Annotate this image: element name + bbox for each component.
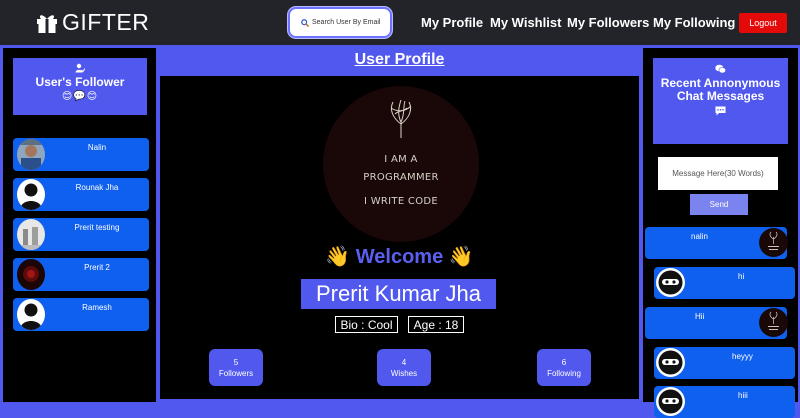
- bio-tag: Bio : Cool: [335, 316, 398, 333]
- page-title: User Profile: [354, 51, 445, 68]
- age-tag: Age : 18: [408, 316, 464, 333]
- chat-text: Hii: [695, 312, 705, 321]
- follower-avatar: [17, 219, 45, 250]
- profile-image-line3: I WRITE CODE: [364, 196, 438, 207]
- follower-item[interactable]: Rounak Jha: [13, 178, 149, 211]
- chat-message: hi: [654, 267, 795, 299]
- nav-my-profile[interactable]: My Profile: [421, 15, 483, 30]
- search-input[interactable]: Search User By Email: [288, 7, 392, 38]
- send-button[interactable]: Send: [690, 194, 748, 215]
- chat-text: hiii: [738, 391, 748, 400]
- chat-header: Recent Annonymous Chat Messages: [653, 58, 788, 144]
- chat-text: hi: [738, 272, 745, 281]
- follower-name: Nalin: [87, 143, 107, 152]
- profile-panel: User Profile I AM A PROGRAMMER I WRITE C…: [159, 48, 640, 402]
- tree-sketch-icon: [390, 100, 412, 138]
- stat-label: Followers: [218, 369, 254, 378]
- wechat-icon: [715, 64, 726, 74]
- follower-item[interactable]: Prerit testing: [13, 218, 149, 251]
- profile-image-line1: I AM A: [384, 154, 418, 165]
- wishes-count-button[interactable]: 4 Wishes: [377, 349, 431, 386]
- follower-item[interactable]: Nalin: [13, 138, 149, 171]
- stat-count: 4: [401, 358, 407, 367]
- chat-avatar: [759, 308, 788, 337]
- profile-card: I AM A PROGRAMMER I WRITE CODE 👋 Welcome…: [160, 76, 639, 399]
- follower-avatar: [17, 179, 45, 210]
- brand-name: GIFTER: [62, 9, 150, 35]
- follower-avatar: [17, 139, 45, 170]
- followers-header: User's Follower 😊💬😊: [13, 58, 147, 115]
- nav-my-following[interactable]: My Following: [653, 15, 735, 30]
- followers-title: User's Follower: [35, 75, 125, 89]
- chat-avatar: [656, 268, 685, 297]
- chat-message: heyyy: [654, 347, 795, 379]
- follower-avatar: [17, 299, 45, 330]
- user-check-icon: [75, 63, 85, 73]
- stat-label: Wishes: [390, 369, 418, 378]
- chat-text: nalin: [691, 232, 708, 241]
- follower-item[interactable]: Prerit 2: [13, 258, 149, 291]
- follower-name: Prerit testing: [74, 223, 120, 232]
- user-name: Prerit Kumar Jha: [301, 279, 496, 309]
- followers-count-button[interactable]: 5 Followers: [209, 349, 263, 386]
- search-icon: [301, 18, 309, 27]
- stat-count: 6: [561, 358, 567, 367]
- gift-icon: [37, 14, 57, 33]
- search-placeholder: Search User By Email: [312, 19, 381, 26]
- follower-name: Rounak Jha: [75, 183, 119, 192]
- chat-message: hiii: [654, 386, 795, 418]
- navbar: GIFTER Search User By Email My Profile M…: [0, 0, 800, 45]
- stat-label: Following: [547, 369, 581, 378]
- chat-message: Hii: [645, 307, 788, 339]
- following-count-button[interactable]: 6 Following: [537, 349, 591, 386]
- logout-button[interactable]: Logout: [739, 13, 787, 33]
- nav-my-wishlist[interactable]: My Wishlist: [490, 15, 561, 30]
- message-icon: [715, 106, 726, 116]
- follower-name: Prerit 2: [84, 263, 110, 272]
- chat-panel: Recent Annonymous Chat Messages Message …: [643, 48, 798, 418]
- follower-name: Ramesh: [82, 303, 112, 312]
- nav-my-followers[interactable]: My Followers: [567, 15, 649, 30]
- message-input[interactable]: Message Here(30 Words): [658, 157, 778, 190]
- followers-emoji: 😊💬😊: [61, 91, 99, 102]
- chat-message: nalin: [645, 227, 788, 259]
- welcome-heading: 👋 Welcome 👋: [325, 246, 474, 268]
- chat-avatar: [759, 228, 788, 257]
- follower-avatar: [17, 259, 45, 290]
- follower-item[interactable]: Ramesh: [13, 298, 149, 331]
- profile-image-line2: PROGRAMMER: [363, 172, 439, 183]
- chat-text: heyyy: [732, 352, 753, 361]
- followers-panel: User's Follower 😊💬😊 Nalin Rounak Jha Pre…: [3, 48, 156, 402]
- stat-count: 5: [233, 358, 239, 367]
- chat-title: Recent Annonymous Chat Messages: [660, 76, 781, 103]
- chat-avatar: [656, 348, 685, 377]
- brand-logo[interactable]: GIFTER: [36, 9, 149, 36]
- profile-image: I AM A PROGRAMMER I WRITE CODE: [323, 86, 479, 242]
